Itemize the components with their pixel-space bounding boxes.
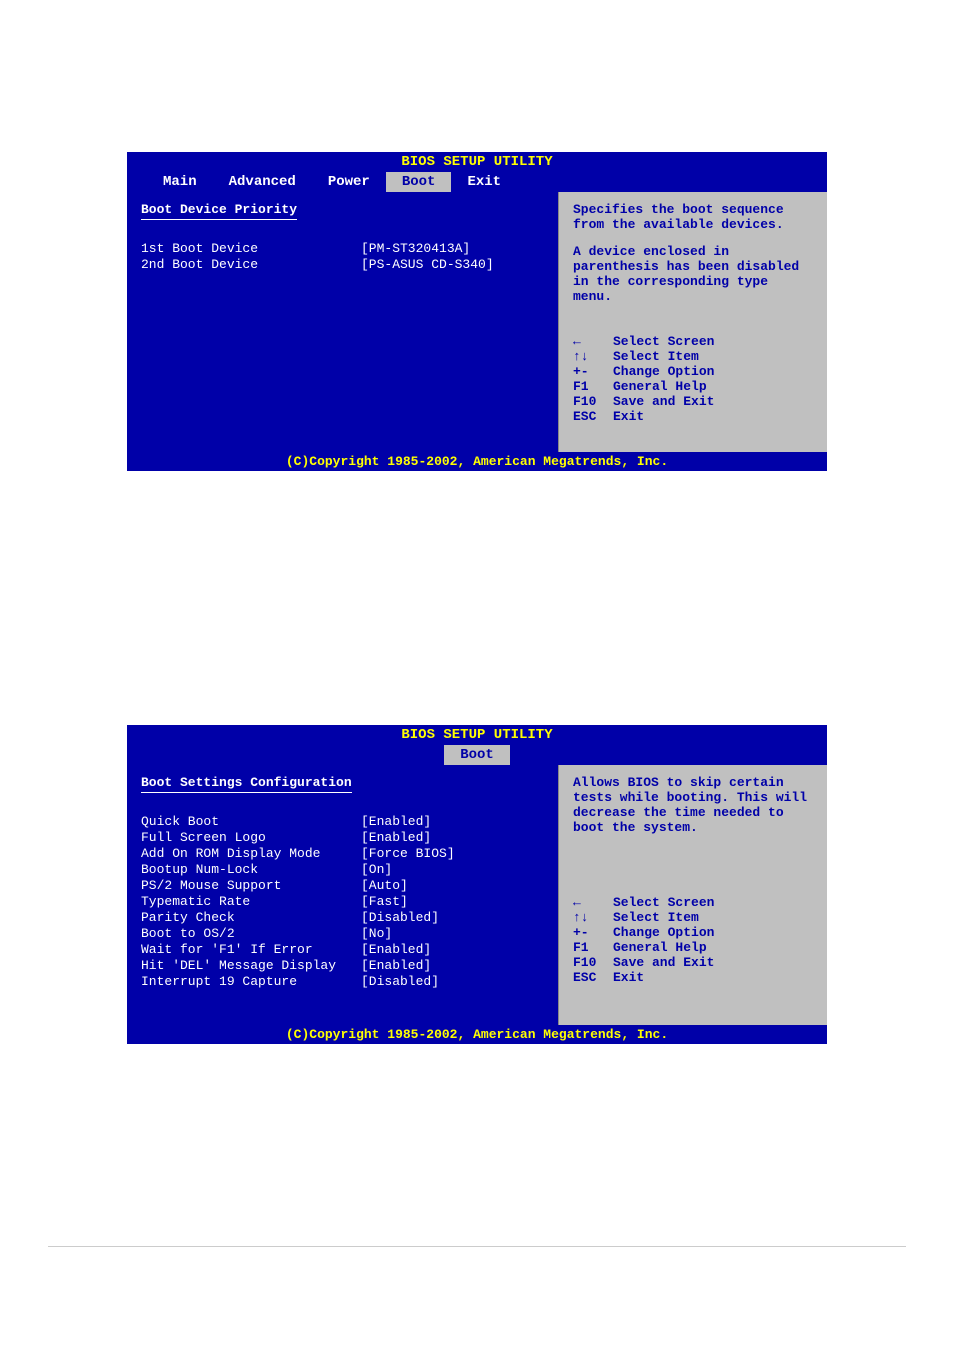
setting-typematic[interactable]: Typematic Rate [Fast] [141, 894, 544, 909]
setting-label: Bootup Num-Lock [141, 862, 361, 877]
help-text-2: A device enclosed in parenthesis has bee… [573, 244, 813, 304]
hint-general-help: General Help [613, 379, 707, 394]
setting-addon-rom[interactable]: Add On ROM Display Mode [Force BIOS] [141, 846, 544, 861]
esc-key: ESC [573, 970, 613, 985]
help-text-1: Specifies the boot sequence from the ava… [573, 202, 813, 232]
bios-window-boot-settings: BIOS SETUP UTILITY Boot Boot Settings Co… [125, 723, 829, 1046]
left-panel: Boot Settings Configuration Quick Boot [… [127, 765, 558, 1025]
hint-select-item: Select Item [613, 910, 699, 925]
setting-value: [Enabled] [361, 958, 431, 973]
bios-window-boot-priority: BIOS SETUP UTILITY Main Advanced Power B… [125, 150, 829, 473]
setting-numlock[interactable]: Bootup Num-Lock [On] [141, 862, 544, 877]
help-panel: Allows BIOS to skip certain tests while … [558, 765, 827, 1025]
help-panel: Specifies the boot sequence from the ava… [558, 192, 827, 452]
setting-int19[interactable]: Interrupt 19 Capture [Disabled] [141, 974, 544, 989]
arrow-left-icon: ← [573, 334, 613, 349]
bios-title: BIOS SETUP UTILITY [127, 725, 827, 745]
arrow-left-icon: ← [573, 895, 613, 910]
setting-label: PS/2 Mouse Support [141, 878, 361, 893]
setting-value: [Enabled] [361, 942, 431, 957]
setting-label: Quick Boot [141, 814, 361, 829]
setting-parity[interactable]: Parity Check [Disabled] [141, 910, 544, 925]
plusminus-icon: +- [573, 364, 613, 379]
hint-select-screen: Select Screen [613, 334, 714, 349]
key-hints: ←Select Screen ↑↓Select Item +-Change Op… [573, 895, 813, 985]
setting-value: [PS-ASUS CD-S340] [361, 257, 494, 272]
menu-bar: Main Advanced Power Boot Exit [127, 172, 827, 192]
setting-label: Full Screen Logo [141, 830, 361, 845]
setting-value: [Enabled] [361, 814, 431, 829]
hint-save-exit: Save and Exit [613, 955, 714, 970]
setting-value: [Disabled] [361, 974, 439, 989]
f1-key: F1 [573, 379, 613, 394]
copyright: (C)Copyright 1985-2002, American Megatre… [127, 452, 827, 471]
setting-label: Typematic Rate [141, 894, 361, 909]
setting-full-screen-logo[interactable]: Full Screen Logo [Enabled] [141, 830, 544, 845]
setting-value: [Fast] [361, 894, 408, 909]
setting-wait-f1[interactable]: Wait for 'F1' If Error [Enabled] [141, 942, 544, 957]
key-hints: ←Select Screen ↑↓Select Item +-Change Op… [573, 334, 813, 424]
copyright: (C)Copyright 1985-2002, American Megatre… [127, 1025, 827, 1044]
hint-select-item: Select Item [613, 349, 699, 364]
section-title: Boot Settings Configuration [141, 775, 352, 793]
left-panel: Boot Device Priority 1st Boot Device [PM… [127, 192, 558, 452]
tab-boot[interactable]: Boot [444, 745, 510, 765]
setting-value: [On] [361, 862, 392, 877]
menu-bar: Boot [127, 745, 827, 765]
setting-2nd-boot[interactable]: 2nd Boot Device [PS-ASUS CD-S340] [141, 257, 544, 272]
content-area: Boot Settings Configuration Quick Boot [… [127, 765, 827, 1025]
setting-label: 1st Boot Device [141, 241, 361, 256]
content-area: Boot Device Priority 1st Boot Device [PM… [127, 192, 827, 452]
hint-exit: Exit [613, 970, 644, 985]
setting-label: Boot to OS/2 [141, 926, 361, 941]
hint-general-help: General Help [613, 940, 707, 955]
arrow-updown-icon: ↑↓ [573, 349, 613, 364]
hint-select-screen: Select Screen [613, 895, 714, 910]
setting-value: [Force BIOS] [361, 846, 455, 861]
setting-hit-del[interactable]: Hit 'DEL' Message Display [Enabled] [141, 958, 544, 973]
setting-label: Interrupt 19 Capture [141, 974, 361, 989]
hint-exit: Exit [613, 409, 644, 424]
hint-change-option: Change Option [613, 364, 714, 379]
help-text-1: Allows BIOS to skip certain tests while … [573, 775, 813, 835]
arrow-updown-icon: ↑↓ [573, 910, 613, 925]
tab-boot[interactable]: Boot [386, 172, 452, 192]
setting-label: Add On ROM Display Mode [141, 846, 361, 861]
bios-title: BIOS SETUP UTILITY [127, 152, 827, 172]
hint-change-option: Change Option [613, 925, 714, 940]
setting-label: Wait for 'F1' If Error [141, 942, 361, 957]
setting-value: [Disabled] [361, 910, 439, 925]
tab-exit[interactable]: Exit [451, 172, 517, 192]
plusminus-icon: +- [573, 925, 613, 940]
page-divider [48, 1246, 907, 1247]
tab-main[interactable]: Main [147, 172, 213, 192]
hint-save-exit: Save and Exit [613, 394, 714, 409]
setting-value: [Auto] [361, 878, 408, 893]
setting-label: 2nd Boot Device [141, 257, 361, 272]
setting-1st-boot[interactable]: 1st Boot Device [PM-ST320413A] [141, 241, 544, 256]
f1-key: F1 [573, 940, 613, 955]
setting-boot-os2[interactable]: Boot to OS/2 [No] [141, 926, 544, 941]
section-title: Boot Device Priority [141, 202, 297, 220]
setting-label: Hit 'DEL' Message Display [141, 958, 361, 973]
setting-quick-boot[interactable]: Quick Boot [Enabled] [141, 814, 544, 829]
setting-value: [No] [361, 926, 392, 941]
setting-value: [Enabled] [361, 830, 431, 845]
setting-value: [PM-ST320413A] [361, 241, 470, 256]
tab-advanced[interactable]: Advanced [213, 172, 312, 192]
tab-power[interactable]: Power [312, 172, 386, 192]
esc-key: ESC [573, 409, 613, 424]
setting-ps2-mouse[interactable]: PS/2 Mouse Support [Auto] [141, 878, 544, 893]
f10-key: F10 [573, 394, 613, 409]
f10-key: F10 [573, 955, 613, 970]
setting-label: Parity Check [141, 910, 361, 925]
